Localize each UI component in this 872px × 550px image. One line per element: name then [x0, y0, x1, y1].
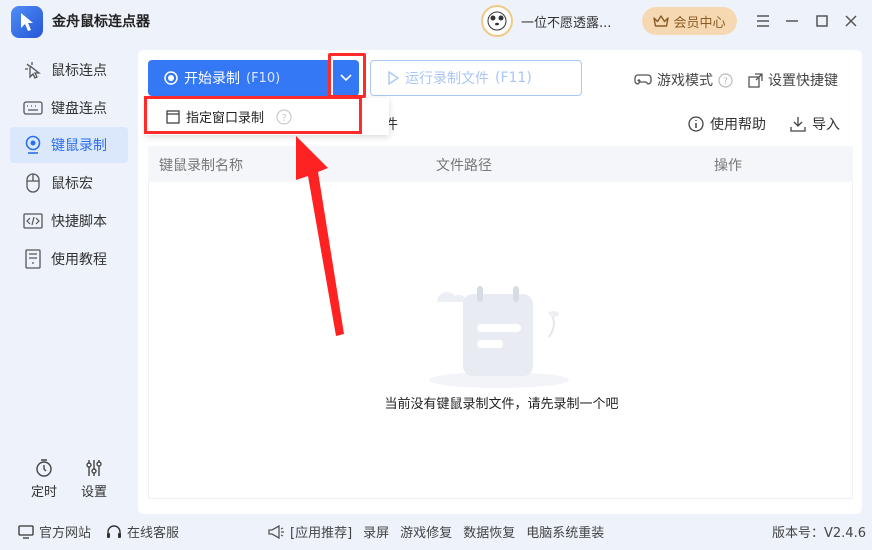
- start-record-button[interactable]: 开始录制 (F10): [148, 60, 331, 96]
- close-icon[interactable]: [839, 9, 863, 33]
- import-label: 导入: [812, 117, 840, 133]
- gamepad-icon: [634, 74, 652, 85]
- timer-icon: [36, 459, 52, 477]
- cursor-click-icon: [23, 60, 43, 80]
- record-icon: [23, 135, 43, 155]
- sidebar-item-mouse-click[interactable]: 鼠标连点: [10, 52, 128, 88]
- empty-state-illustration: [429, 286, 569, 388]
- help-label: 使用帮助: [710, 117, 766, 133]
- sliders-icon: [86, 460, 102, 476]
- code-icon: [23, 211, 43, 231]
- main-panel: 开始录制 (F10) 运行录制文件 (F11) 游戏模式 ? 设置快捷键 件 使…: [138, 50, 862, 514]
- set-shortcut-label: 设置快捷键: [768, 73, 838, 89]
- sidebar-item-script[interactable]: 快捷脚本: [10, 203, 128, 239]
- recommend-link-game-repair[interactable]: 游戏修复: [400, 522, 452, 541]
- website-link[interactable]: 官方网站: [18, 522, 91, 541]
- import-icon: [790, 117, 806, 132]
- sidebar-item-label: 鼠标宏: [51, 176, 93, 192]
- service-label: 在线客服: [127, 526, 180, 541]
- play-icon: [388, 71, 399, 85]
- user-avatar[interactable]: [481, 5, 513, 37]
- shortcut-icon: [748, 72, 763, 88]
- crown-icon: [653, 15, 670, 27]
- sidebar-item-label: 使用教程: [51, 252, 107, 268]
- column-header-actions: 操作: [714, 158, 742, 174]
- megaphone-icon: [268, 524, 284, 539]
- recommend-link-screen-record[interactable]: 录屏: [363, 522, 389, 541]
- recommend-link-system-reinstall[interactable]: 电脑系统重装: [526, 522, 604, 541]
- start-record-hotkey: (F10): [246, 70, 281, 86]
- recommend-link-data-recovery[interactable]: 数据恢复: [463, 522, 515, 541]
- mouse-icon: [23, 173, 43, 193]
- recommend-section: [应用推荐] 录屏 游戏修复 数据恢复 电脑系统重装: [267, 522, 604, 541]
- title-bar: 金舟鼠标连点器 一位不愿透露... 会员中心: [0, 0, 872, 44]
- column-header-name: 键鼠录制名称: [159, 158, 243, 174]
- sidebar: 鼠标连点 键盘连点 键鼠录制 鼠标宏 快捷脚本 使用教程 定时 设置: [0, 44, 138, 514]
- sidebar-item-label: 键鼠录制: [51, 138, 107, 154]
- import-button[interactable]: 导入: [790, 114, 840, 134]
- run-record-file-button[interactable]: 运行录制文件 (F11): [370, 60, 582, 96]
- headset-icon: [107, 524, 121, 538]
- recommend-label: [应用推荐]: [290, 526, 353, 541]
- keyboard-icon: [23, 98, 43, 118]
- online-service-link[interactable]: 在线客服: [106, 522, 179, 541]
- vip-center-button[interactable]: 会员中心: [642, 7, 737, 35]
- annotation-arrow: [296, 136, 344, 336]
- sidebar-item-label: 鼠标连点: [51, 63, 107, 79]
- empty-state-text: 当前没有键鼠录制文件，请先录制一个吧: [384, 397, 619, 412]
- set-shortcut-button[interactable]: 设置快捷键: [748, 70, 838, 90]
- table-body: 当前没有键鼠录制文件，请先录制一个吧: [148, 182, 853, 499]
- timer-label: 定时: [30, 485, 57, 500]
- sidebar-item-keyboard-click[interactable]: 键盘连点: [10, 90, 128, 126]
- run-record-label: 运行录制文件: [405, 71, 489, 87]
- highlight-menu-annotation: [144, 96, 362, 134]
- minimize-icon[interactable]: [780, 9, 804, 33]
- game-mode-button[interactable]: 游戏模式 ?: [634, 70, 733, 90]
- footer: 官方网站 在线客服 [应用推荐] 录屏 游戏修复 数据恢复 电脑系统重装 版本号…: [0, 514, 872, 550]
- sidebar-item-label: 快捷脚本: [51, 214, 107, 230]
- sidebar-item-mouse-macro[interactable]: 鼠标宏: [10, 165, 128, 201]
- table-header: 键鼠录制名称 文件路径 操作: [148, 146, 853, 182]
- menu-icon[interactable]: [751, 9, 775, 33]
- help-button[interactable]: 使用帮助: [688, 114, 766, 134]
- run-record-hotkey: (F11): [495, 70, 532, 86]
- column-header-path: 文件路径: [436, 158, 492, 174]
- game-mode-label: 游戏模式: [657, 73, 713, 89]
- highlight-dropdown-annotation: [328, 53, 366, 98]
- maximize-icon[interactable]: [810, 9, 834, 33]
- record-dot-icon: [164, 71, 178, 85]
- svg-text:?: ?: [723, 77, 728, 87]
- timer-button[interactable]: 定时: [24, 459, 64, 500]
- info-icon: [688, 116, 704, 132]
- app-logo: [11, 6, 43, 38]
- monitor-icon: [18, 524, 34, 539]
- help-circle-icon[interactable]: ?: [718, 72, 733, 88]
- vip-center-label: 会员中心: [673, 15, 726, 31]
- sidebar-item-record[interactable]: 键鼠录制: [10, 127, 128, 163]
- user-name[interactable]: 一位不愿透露...: [521, 12, 611, 31]
- settings-button[interactable]: 设置: [74, 459, 114, 500]
- sidebar-item-label: 键盘连点: [51, 101, 107, 117]
- settings-label: 设置: [80, 485, 107, 500]
- book-icon: [23, 249, 43, 269]
- app-title: 金舟鼠标连点器: [52, 14, 150, 30]
- start-record-label: 开始录制: [184, 71, 240, 87]
- website-label: 官方网站: [39, 526, 92, 541]
- sidebar-item-tutorial[interactable]: 使用教程: [10, 241, 128, 277]
- version-label: 版本号：V2.4.6: [772, 526, 866, 541]
